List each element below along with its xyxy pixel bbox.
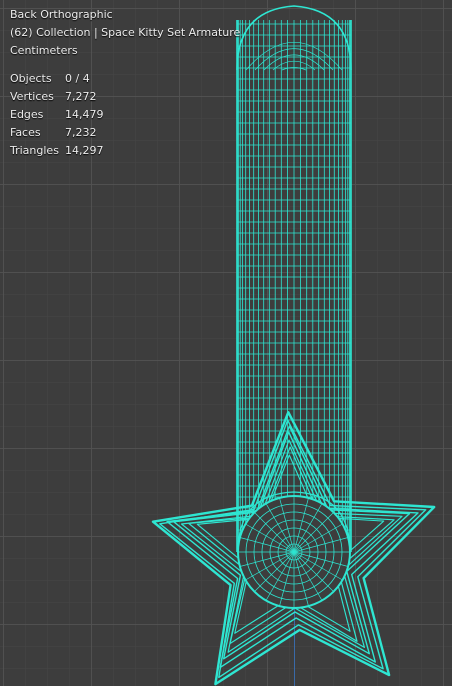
stat-value: 7,272	[65, 90, 97, 103]
stat-label: Objects	[10, 72, 52, 85]
stat-row-objects: Objects 0 / 4	[10, 70, 240, 88]
stat-row-vertices: Vertices 7,272	[10, 88, 240, 106]
stat-value: 7,232	[65, 126, 97, 139]
stat-value: 14,479	[65, 108, 104, 121]
stat-label: Triangles	[10, 144, 59, 157]
stat-value: 14,297	[65, 144, 104, 157]
stat-label: Vertices	[10, 90, 54, 103]
stat-row-faces: Faces 7,232	[10, 124, 240, 142]
scene-statistics: Objects 0 / 4 Vertices 7,272 Edges 14,47…	[10, 70, 240, 160]
stat-label: Edges	[10, 108, 44, 121]
3d-viewport[interactable]: Back Orthographic (62) Collection | Spac…	[0, 0, 452, 686]
viewport-info-overlay: Back Orthographic (62) Collection | Spac…	[10, 6, 240, 160]
units-label: Centimeters	[10, 44, 78, 57]
stat-label: Faces	[10, 126, 41, 139]
collection-info: (62) Collection | Space Kitty Set Armatu…	[10, 26, 241, 39]
stat-row-triangles: Triangles 14,297	[10, 142, 240, 160]
stat-value: 0 / 4	[65, 72, 90, 85]
view-name: Back Orthographic	[10, 8, 113, 21]
stat-row-edges: Edges 14,479	[10, 106, 240, 124]
